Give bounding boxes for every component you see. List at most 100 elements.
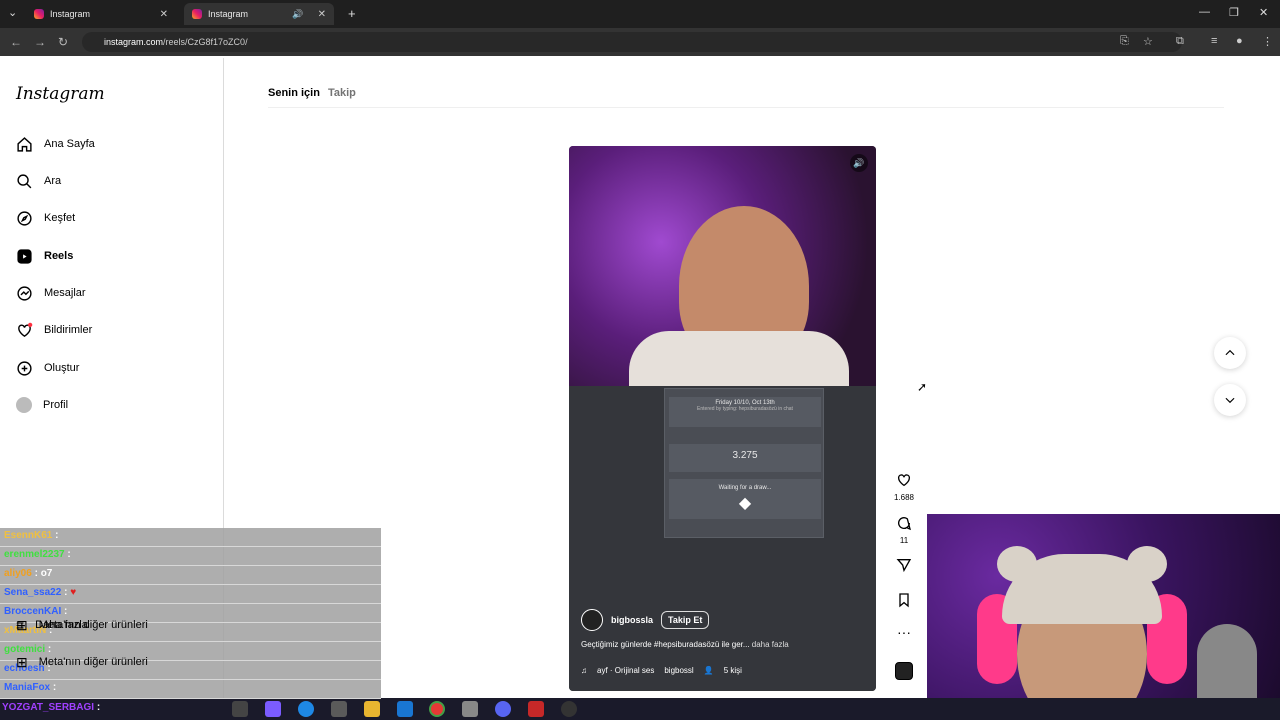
comment-icon — [898, 517, 911, 531]
sidebar-item-reels[interactable]: Reels — [16, 243, 73, 269]
dialog-date: Friday 10/10, Oct 13th Entered by typing… — [669, 397, 821, 427]
reel-username[interactable]: bigbossla — [611, 615, 653, 625]
windows-taskbar: YOZGAT_SERBAGI : — [0, 698, 1280, 720]
music-note-icon: ♫ — [581, 666, 587, 675]
discord-icon[interactable] — [495, 701, 511, 717]
caption-more-link[interactable]: daha fazla — [752, 640, 789, 649]
sidebar-item-explore[interactable]: Keşfet — [16, 205, 75, 231]
chevron-up-icon — [1225, 349, 1235, 356]
url-path: /reels/CzG8f17oZC0/ — [163, 37, 248, 47]
caption-text: Geçtiğimiz günlerde #hepsiburadasözü ile… — [581, 640, 750, 649]
chevron-down-icon — [1225, 397, 1235, 404]
chat-message: ManiaFox : — [0, 680, 381, 699]
more-options-icon[interactable]: ··· — [893, 624, 915, 640]
reels-icon — [17, 248, 32, 264]
search-icon — [17, 173, 32, 188]
send-icon — [896, 559, 912, 573]
dialog-waiting: Waiting for a draw... ◆ — [669, 479, 821, 519]
reload-icon[interactable]: ↻ — [58, 35, 68, 49]
previous-reel-button[interactable] — [1214, 337, 1246, 369]
chat-message: Sena_ssa22 : ♥ — [0, 585, 381, 604]
audio-playing-icon[interactable]: 🔊 — [292, 9, 303, 20]
close-tab-icon[interactable]: ✕ — [160, 9, 168, 20]
follow-button[interactable]: Takip Et — [661, 611, 710, 629]
edge-icon[interactable] — [298, 701, 314, 717]
share-button[interactable] — [893, 557, 915, 578]
sidebar-item-more[interactable]: ≡ Daha fazla — [16, 615, 88, 635]
app-icon[interactable] — [462, 701, 478, 717]
media-control-icon[interactable]: ≡ — [1211, 35, 1217, 47]
reel-author: bigbossla Takip Et — [581, 609, 710, 631]
messenger-icon — [17, 285, 32, 301]
compass-icon — [17, 210, 32, 226]
menu-kebab-icon[interactable]: ⋮ — [1262, 35, 1273, 48]
mail-icon[interactable] — [397, 701, 413, 717]
bookmark-icon — [899, 593, 909, 608]
save-button[interactable] — [893, 592, 915, 613]
person-icon: 👤 — [703, 666, 714, 675]
reel-audio-row[interactable]: ♫ ayf · Orijinal ses bigbossl 👤 5 kişi — [581, 666, 742, 675]
app-icon[interactable] — [561, 701, 577, 717]
diamond-icon: ◆ — [738, 495, 752, 512]
sidebar-item-notifications[interactable]: Bildirimler — [16, 317, 92, 343]
grid-icon: ⊞ — [16, 653, 28, 670]
webcam-overlay — [927, 514, 1280, 720]
extensions-icon[interactable]: ⧉ — [1176, 35, 1184, 48]
next-reel-button[interactable] — [1214, 384, 1246, 416]
tab-search-icon[interactable]: ⌄ — [8, 6, 17, 19]
tab-title: Instagram — [50, 9, 91, 19]
minimize-icon[interactable]: — — [1199, 6, 1210, 18]
comment-button[interactable]: 11 — [893, 515, 915, 545]
sidebar-item-meta-overlay[interactable]: ⊞ Meta'nın diğer ürünleri — [16, 652, 148, 672]
window-close-icon[interactable]: ✕ — [1259, 6, 1268, 19]
chrome-icon[interactable] — [429, 701, 445, 717]
audio-thumbnail[interactable] — [895, 662, 913, 680]
profile-icon[interactable]: ● — [1236, 35, 1243, 47]
app-icon[interactable] — [528, 701, 544, 717]
tab-title: Instagram — [208, 9, 249, 19]
heart-icon — [18, 322, 33, 337]
reel-caption[interactable]: Geçtiğimiz günlerde #hepsiburadasözü ile… — [581, 640, 871, 649]
url-field[interactable]: instagram.com/reels/CzG8f17oZC0/ — [82, 32, 1182, 52]
browser-tab-1[interactable]: Instagram ✕ — [26, 3, 176, 25]
tab-for-you[interactable]: Senin için — [268, 87, 320, 99]
sidebar-item-create[interactable]: Oluştur — [16, 355, 79, 381]
app-icon[interactable] — [265, 701, 281, 717]
back-icon[interactable]: ← — [10, 35, 22, 49]
new-tab-button[interactable]: + — [348, 6, 356, 21]
instagram-favicon-icon — [34, 9, 44, 19]
avatar[interactable] — [581, 609, 603, 631]
like-count: 1.688 — [893, 493, 915, 502]
restore-icon[interactable]: ❐ — [1229, 6, 1239, 19]
sidebar-item-label: Daha fazla — [35, 619, 88, 631]
audio-label: ayf · Orijinal ses — [597, 666, 655, 675]
divider — [268, 107, 1224, 108]
folder-icon[interactable] — [364, 701, 380, 717]
instagram-favicon-icon — [192, 9, 202, 19]
audio-people: 5 kişi — [723, 666, 742, 675]
reel-video[interactable]: Friday 10/10, Oct 13th Entered by typing… — [569, 146, 876, 691]
store-icon[interactable] — [331, 701, 347, 717]
dialog-waiting-text: Waiting for a draw... — [718, 485, 772, 491]
like-button[interactable]: 1.688 — [893, 472, 915, 502]
sidebar-item-profile[interactable]: Profil — [16, 392, 68, 418]
mute-toggle-icon[interactable]: 🔊 — [850, 154, 868, 172]
chat-message: EsennK61 : — [0, 528, 381, 547]
hat-ear-left — [997, 546, 1037, 582]
sidebar-item-search[interactable]: Ara — [16, 168, 61, 194]
chat-last-message: YOZGAT_SERBAGI : — [2, 702, 101, 713]
reels-feed-tabs: Senin için Takip — [268, 87, 356, 99]
sidebar-item-label: Bildirimler — [44, 324, 93, 336]
tab-following[interactable]: Takip — [328, 87, 356, 99]
forward-icon[interactable]: → — [34, 35, 46, 49]
task-view-icon[interactable] — [232, 701, 248, 717]
browser-tab-2[interactable]: Instagram 🔊 ✕ — [184, 3, 334, 25]
sidebar-item-messages[interactable]: Mesajlar — [16, 280, 86, 306]
sidebar-item-label: Reels — [44, 250, 74, 262]
close-tab-icon[interactable]: ✕ — [318, 9, 326, 20]
sidebar-item-home[interactable]: Ana Sayfa — [16, 131, 95, 157]
bookmark-star-icon[interactable]: ☆ — [1143, 35, 1153, 48]
instagram-logo[interactable]: Instagram — [16, 84, 105, 104]
heart-icon — [898, 474, 910, 487]
install-app-icon[interactable]: ⎘ — [1120, 35, 1129, 48]
